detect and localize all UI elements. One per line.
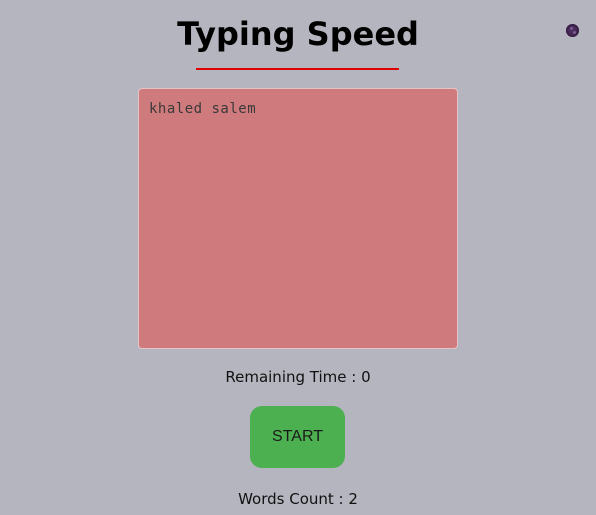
title-underline: [196, 68, 399, 70]
start-button[interactable]: START: [250, 406, 345, 468]
page-title: Typing Speed: [177, 15, 419, 53]
typing-input[interactable]: khaled salem: [138, 88, 458, 349]
words-count-label: Words Count : 2: [238, 490, 358, 508]
dark-theme-icon[interactable]: [566, 24, 579, 37]
remaining-time-label: Remaining Time : 0: [225, 368, 371, 386]
